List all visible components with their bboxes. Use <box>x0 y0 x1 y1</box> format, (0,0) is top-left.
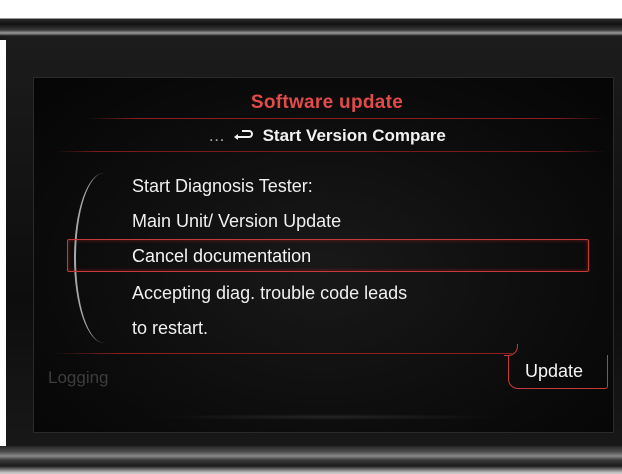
logging-softkey[interactable]: Logging <box>48 368 109 388</box>
selected-item-label: Cancel documentation <box>132 246 312 266</box>
list-item[interactable]: Start Diagnosis Tester: <box>132 176 313 197</box>
bezel-top <box>0 0 622 40</box>
update-softkey-label: Update <box>525 361 584 381</box>
footer-divider <box>52 353 512 354</box>
update-softkey[interactable]: Update <box>508 355 608 389</box>
list-item[interactable]: Accepting diag. trouble code leads <box>132 283 407 304</box>
breadcrumb-current: Start Version Compare <box>262 126 446 145</box>
page-title: Software update <box>250 92 404 113</box>
list-item[interactable]: Main Unit/ Version Update <box>132 211 341 232</box>
subtitle-divider <box>54 151 606 152</box>
infotainment-screen: Software update … Start Version Compare … <box>33 77 614 433</box>
screen-reflection <box>154 414 504 420</box>
breadcrumb[interactable]: … Start Version Compare <box>34 126 613 146</box>
bezel-bottom <box>0 446 622 474</box>
list-item[interactable]: to restart. <box>132 318 208 339</box>
selected-list-item[interactable]: Cancel documentation <box>67 239 589 272</box>
title-divider <box>86 118 606 119</box>
back-arrow-icon[interactable] <box>233 126 253 146</box>
breadcrumb-dots: … <box>208 126 227 145</box>
